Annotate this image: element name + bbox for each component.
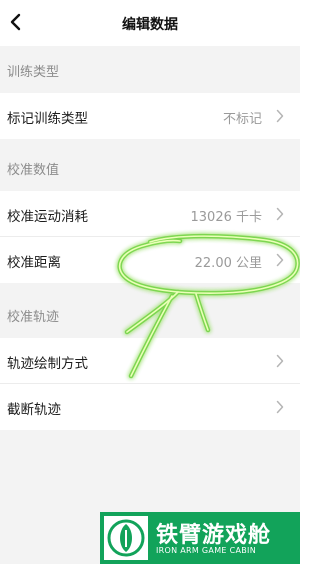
row-track-drawing-mode[interactable]: 轨迹绘制方式 (0, 338, 300, 384)
row-label: 轨迹绘制方式 (7, 356, 88, 372)
row-label: 校准运动消耗 (7, 209, 88, 225)
watermark-name: 铁臂游戏舱 (156, 523, 272, 548)
chevron-right-icon (276, 109, 284, 123)
row-value: 22.00 公里 (194, 256, 262, 271)
watermark-logo: 铁臂游戏舱 IRON ARM GAME CABIN (100, 512, 300, 564)
row-label: 标记训练类型 (7, 111, 88, 127)
chevron-right-icon (276, 207, 284, 221)
row-truncate-track[interactable]: 截断轨迹 (0, 384, 300, 430)
row-calibrate-calories[interactable]: 校准运动消耗 13026 千卡 (0, 191, 300, 237)
row-label: 截断轨迹 (7, 402, 61, 418)
row-mark-training-type[interactable]: 标记训练类型 不标记 (0, 93, 300, 139)
calibrate-track-card: 轨迹绘制方式 截断轨迹 (0, 338, 300, 430)
section-header-calibrate-values: 校准数值 (7, 163, 60, 178)
row-label: 校准距离 (7, 255, 61, 271)
chevron-right-icon (276, 354, 284, 368)
section-header-training-type: 训练类型 (7, 65, 60, 80)
calibrate-values-card: 校准运动消耗 13026 千卡 校准距离 22.00 公里 (0, 191, 300, 283)
top-bar: 编辑数据 (0, 0, 300, 46)
page-title: 编辑数据 (122, 17, 178, 33)
row-value: 不标记 (222, 112, 262, 127)
watermark-subtitle: IRON ARM GAME CABIN (156, 546, 256, 555)
chevron-right-icon (276, 253, 284, 267)
chevron-right-icon (276, 400, 284, 414)
row-value: 13026 千卡 (190, 210, 263, 225)
row-calibrate-distance[interactable]: 校准距离 22.00 公里 (0, 237, 300, 283)
section-header-calibrate-track: 校准轨迹 (7, 310, 60, 325)
training-type-card: 标记训练类型 不标记 (0, 93, 300, 139)
logo-emblem-icon (104, 516, 148, 560)
